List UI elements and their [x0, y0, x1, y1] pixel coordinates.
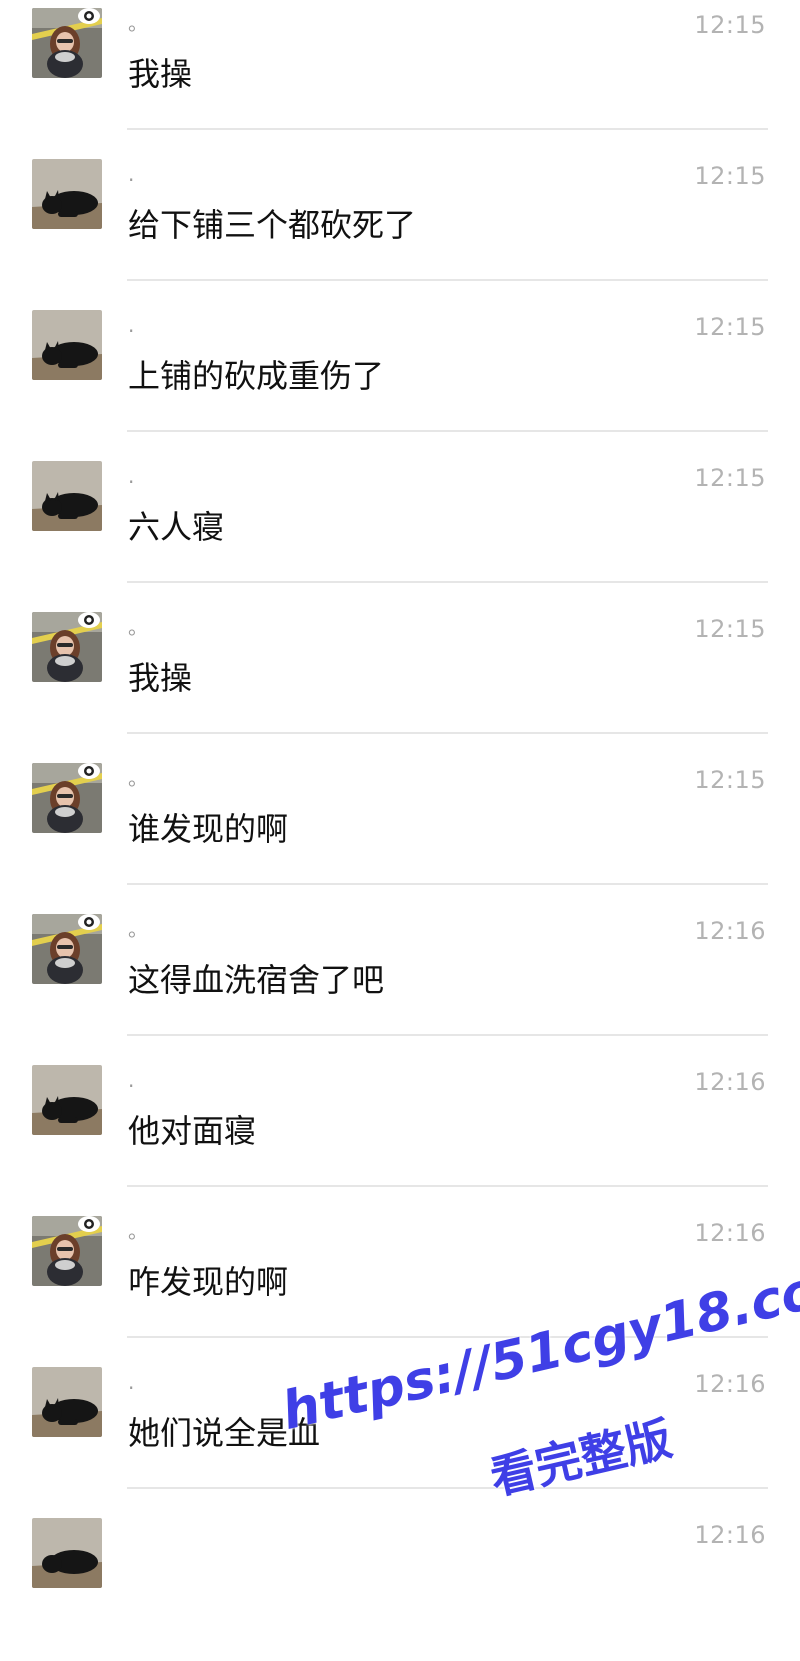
- black-cat-avatar[interactable]: [32, 1065, 102, 1135]
- girl-avatar[interactable]: [32, 763, 102, 833]
- message-time: 12:16: [694, 1370, 766, 1398]
- message-time: 12:16: [694, 1521, 766, 1549]
- message-time: 12:15: [694, 162, 766, 190]
- divider: [127, 581, 768, 583]
- sender-nickname: .: [128, 162, 135, 186]
- message-text: 他对面寝: [128, 1112, 257, 1150]
- sender-nickname: 。: [128, 1219, 148, 1243]
- black-cat-avatar[interactable]: [32, 461, 102, 531]
- divider: [127, 1336, 768, 1338]
- divider: [127, 1034, 768, 1036]
- chat-message-row[interactable]: 。 12:16 这得血洗宿舍了吧: [0, 906, 800, 1057]
- black-cat-avatar[interactable]: [32, 159, 102, 229]
- black-cat-avatar[interactable]: [32, 310, 102, 380]
- girl-avatar[interactable]: [32, 1216, 102, 1286]
- girl-avatar[interactable]: [32, 914, 102, 984]
- chat-message-row[interactable]: . 12:15 给下铺三个都砍死了: [0, 151, 800, 302]
- sender-nickname: .: [128, 1370, 135, 1394]
- chat-message-row[interactable]: 。 12:16 咋发现的啊: [0, 1208, 800, 1359]
- girl-avatar[interactable]: [32, 612, 102, 682]
- sender-nickname: .: [128, 1068, 135, 1092]
- chat-message-row[interactable]: . 12:16 他对面寝: [0, 1057, 800, 1208]
- chat-message-row[interactable]: . 12:16 她们说全是血: [0, 1359, 800, 1510]
- sender-nickname: 。: [128, 11, 148, 35]
- chat-message-row[interactable]: 。 12:15 我操: [0, 0, 800, 151]
- black-cat-avatar[interactable]: [32, 1367, 102, 1437]
- message-text: 她们说全是血: [128, 1414, 321, 1452]
- girl-avatar[interactable]: [32, 8, 102, 78]
- message-time: 12:16: [694, 917, 766, 945]
- message-time: 12:15: [694, 313, 766, 341]
- message-time: 12:15: [694, 615, 766, 643]
- chat-message-row[interactable]: . 12:15 六人寝: [0, 453, 800, 604]
- message-time: 12:15: [694, 11, 766, 39]
- message-text: 六人寝: [128, 508, 225, 546]
- message-text: 给下铺三个都砍死了: [128, 206, 417, 244]
- divider: [127, 279, 768, 281]
- message-text: 咋发现的啊: [128, 1263, 289, 1301]
- divider: [127, 732, 768, 734]
- divider: [127, 430, 768, 432]
- sender-nickname: 。: [128, 766, 148, 790]
- message-text: 这得血洗宿舍了吧: [128, 961, 385, 999]
- message-text: 我操: [128, 659, 193, 697]
- divider: [127, 883, 768, 885]
- black-cat-avatar[interactable]: [32, 1518, 102, 1588]
- chat-message-row[interactable]: 。 12:15 我操: [0, 604, 800, 755]
- chat-message-row[interactable]: . 12:15 上铺的砍成重伤了: [0, 302, 800, 453]
- divider: [127, 1185, 768, 1187]
- message-time: 12:16: [694, 1219, 766, 1247]
- message-text: 我操: [128, 55, 193, 93]
- divider: [127, 128, 768, 130]
- sender-nickname: .: [128, 313, 135, 337]
- sender-nickname: 。: [128, 615, 148, 639]
- message-text: 谁发现的啊: [128, 810, 289, 848]
- divider: [127, 1487, 768, 1489]
- chat-message-list: 。 12:15 我操 . 12:15 给下铺三个都砍死了 . 12:15 上铺的…: [0, 0, 800, 1588]
- message-time: 12:15: [694, 464, 766, 492]
- message-time: 12:15: [694, 766, 766, 794]
- chat-message-row[interactable]: 。 12:15 谁发现的啊: [0, 755, 800, 906]
- sender-nickname: 。: [128, 917, 148, 941]
- sender-nickname: .: [128, 464, 135, 488]
- message-time: 12:16: [694, 1068, 766, 1096]
- message-text: 上铺的砍成重伤了: [128, 357, 385, 395]
- chat-message-row[interactable]: 12:16: [0, 1510, 800, 1661]
